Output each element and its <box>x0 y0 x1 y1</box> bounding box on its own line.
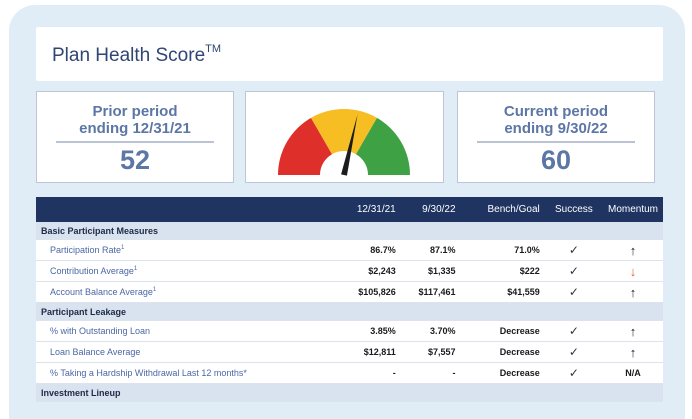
metric-label: Account Balance Average1 <box>36 281 333 303</box>
success-check-icon: ✓ <box>544 260 603 282</box>
trademark-mark: TM <box>205 43 222 55</box>
current-period-label-line2: ending 9/30/22 <box>504 120 608 137</box>
score-gauge-card <box>245 91 444 183</box>
momentum-arrow-icon: ↓ <box>602 260 663 282</box>
momentum-arrow-icon: ↑ <box>602 320 663 342</box>
prior-value: $105,826 <box>332 281 401 303</box>
bench-value: 71.0% <box>460 239 545 261</box>
col-header-momentum: Momentum <box>602 197 663 222</box>
metric-name: Contribution Average <box>50 266 134 276</box>
section-row: Participant Leakage <box>36 302 663 321</box>
metric-label: Contribution Average1 <box>36 260 333 282</box>
footnote-mark: 1 <box>121 245 125 251</box>
metric-label: % Taking a Hardship Withdrawal Last 12 m… <box>36 362 333 384</box>
prior-value: 3.85% <box>332 320 401 342</box>
metric-name: % Taking a Hardship Withdrawal Last 12 m… <box>50 368 247 378</box>
current-period-score: 60 <box>540 144 572 175</box>
prior-period-card: Prior period ending 12/31/21 52 <box>36 91 234 183</box>
col-header-bench: Bench/Goal <box>460 197 545 222</box>
bench-value: Decrease <box>460 320 545 342</box>
table-row: % with Outstanding Loan 3.85% 3.70% Decreas… <box>36 320 663 342</box>
table-row: Contribution Average1 $2,243 $1,335 $222 ✓ ↓ <box>36 260 663 282</box>
current-value: $117,461 <box>400 281 461 303</box>
title-bar: Plan Health ScoreTM <box>36 27 663 81</box>
metric-name: Account Balance Average <box>50 287 153 297</box>
metric-label: Loan Balance Average <box>36 341 333 363</box>
metric-name: Participation Rate <box>50 245 122 255</box>
momentum-arrow-icon: ↑ <box>602 239 663 261</box>
prior-period-label-line2: ending 12/31/21 <box>79 120 191 137</box>
col-header-prior: 12/31/21 <box>332 197 401 222</box>
table-header-row: 12/31/21 9/30/22 Bench/Goal Success Mome… <box>36 197 663 222</box>
table-row: Account Balance Average1 $105,826 $117,461… <box>36 281 663 303</box>
section-title: Participant Leakage <box>36 302 663 321</box>
prior-value: - <box>332 362 401 384</box>
success-check-icon: ✓ <box>544 362 603 384</box>
table-body: Basic Participant Measures Participation … <box>36 222 663 402</box>
current-value: 87.1% <box>400 239 461 261</box>
page-title: Plan Health ScoreTM <box>52 43 221 67</box>
momentum-arrow-icon: ↑ <box>602 281 663 303</box>
section-row: Investment Lineup <box>36 383 663 402</box>
col-header-current: 9/30/22 <box>400 197 461 222</box>
prior-period-score: 52 <box>119 144 151 175</box>
col-header-measure <box>36 197 333 222</box>
metric-name: Loan Balance Average <box>50 347 141 357</box>
col-header-success: Success <box>544 197 603 222</box>
metric-name: % with Outstanding Loan <box>50 326 151 336</box>
table-row: Participation Rate1 86.7% 87.1% 71.0% ✓ ↑ <box>36 239 663 261</box>
plan-health-panel: Plan Health ScoreTM Prior period ending … <box>9 5 685 419</box>
measures-table: 12/31/21 9/30/22 Bench/Goal Success Mome… <box>36 197 663 402</box>
card-divider <box>477 141 635 143</box>
bench-value: $222 <box>460 260 545 282</box>
section-title: Basic Participant Measures <box>36 222 663 240</box>
title-label: Plan Health Score <box>52 45 206 66</box>
current-value: 3.70% <box>400 320 461 342</box>
metric-label: % with Outstanding Loan <box>36 320 333 342</box>
card-divider <box>56 141 214 143</box>
success-check-icon: ✓ <box>544 281 603 303</box>
prior-period-label-line1: Prior period <box>92 103 178 120</box>
momentum-value: N/A <box>602 362 663 384</box>
success-check-icon: ✓ <box>544 239 603 261</box>
bench-value: Decrease <box>460 341 545 363</box>
footnote-mark: 1 <box>152 287 157 293</box>
current-value: $7,557 <box>400 341 461 363</box>
section-title: Investment Lineup <box>36 383 663 402</box>
score-gauge <box>278 109 410 176</box>
table-row: % Taking a Hardship Withdrawal Last 12 m… <box>36 362 663 384</box>
current-period-label: Current period ending 9/30/22 <box>458 103 654 137</box>
metric-label: Participation Rate1 <box>36 239 333 261</box>
bench-value: Decrease <box>460 362 545 384</box>
success-check-icon: ✓ <box>544 341 603 363</box>
current-value: $1,335 <box>400 260 461 282</box>
bench-value: $41,559 <box>460 281 545 303</box>
prior-value: $12,811 <box>332 341 401 363</box>
current-period-card: Current period ending 9/30/22 60 <box>457 91 655 183</box>
current-period-label-line1: Current period <box>503 103 609 120</box>
prior-value: 86.7% <box>332 239 401 261</box>
footnote-mark: 1 <box>133 266 138 272</box>
prior-value: $2,243 <box>332 260 401 282</box>
current-value: - <box>400 362 461 384</box>
table-row: Loan Balance Average $12,811 $7,557 Decreas… <box>36 341 663 363</box>
prior-period-label: Prior period ending 12/31/21 <box>37 103 233 137</box>
section-row: Basic Participant Measures <box>36 222 663 240</box>
momentum-arrow-icon: ↑ <box>602 341 663 363</box>
success-check-icon: ✓ <box>544 320 603 342</box>
